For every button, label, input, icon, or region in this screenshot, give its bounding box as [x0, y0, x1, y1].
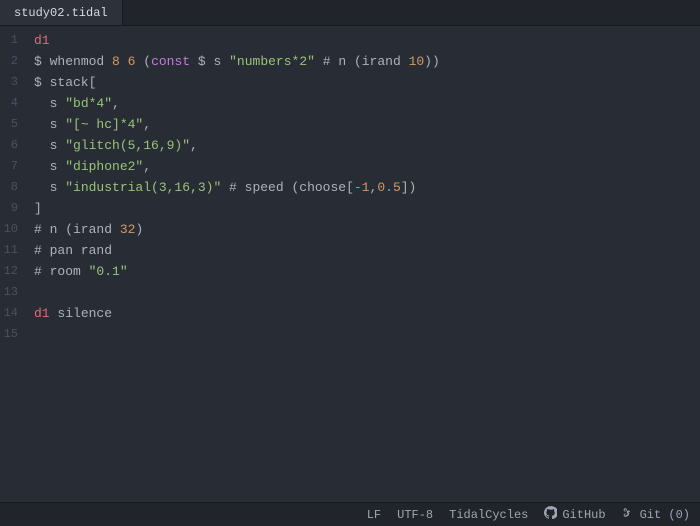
code-line[interactable]: $ whenmod 8 6 (const $ s "numbers*2" # n…: [26, 51, 700, 72]
code-token: "glitch(5,16,9)": [65, 138, 190, 153]
status-encoding-label: UTF-8: [397, 508, 433, 522]
status-eol[interactable]: LF: [367, 508, 381, 522]
code-token: "diphone2": [65, 159, 143, 174]
code-token: # room: [34, 264, 89, 279]
code-line[interactable]: $ stack[: [26, 72, 700, 93]
line-number: 11: [0, 240, 26, 261]
code-token: 10: [409, 54, 425, 69]
code-token: # n (irand: [34, 222, 120, 237]
code-token: 32: [120, 222, 136, 237]
code-token: )): [424, 54, 440, 69]
line-number: 1: [0, 30, 26, 51]
code-line[interactable]: s "glitch(5,16,9)",: [26, 135, 700, 156]
line-number: 9: [0, 198, 26, 219]
code-token: ]: [34, 201, 42, 216]
status-git-label: Git (0): [640, 508, 690, 522]
code-line[interactable]: # room "0.1": [26, 261, 700, 282]
status-git[interactable]: Git (0): [622, 506, 690, 523]
code-token: s: [34, 117, 65, 132]
code-line[interactable]: s "diphone2",: [26, 156, 700, 177]
code-token: d1: [34, 33, 50, 48]
line-number: 8: [0, 177, 26, 198]
code-token: ,: [190, 138, 198, 153]
code-token: s: [34, 180, 65, 195]
code-token: ,: [143, 117, 151, 132]
tab-bar: study02.tidal: [0, 0, 700, 26]
code-token: [120, 54, 128, 69]
tab-title: study02.tidal: [14, 6, 108, 20]
gutter: 123456789101112131415: [0, 26, 26, 502]
line-number: 10: [0, 219, 26, 240]
github-icon: [544, 506, 557, 523]
code-token: "[~ hc]*4": [65, 117, 143, 132]
code-line[interactable]: [26, 324, 700, 345]
line-number: 12: [0, 261, 26, 282]
line-number: 14: [0, 303, 26, 324]
code-line[interactable]: ]: [26, 198, 700, 219]
status-encoding[interactable]: UTF-8: [397, 508, 433, 522]
code-token: 5: [393, 180, 401, 195]
editor-window: study02.tidal 123456789101112131415 d1$ …: [0, 0, 700, 526]
status-language-label: TidalCycles: [449, 508, 528, 522]
code-token: $: [34, 54, 50, 69]
status-language[interactable]: TidalCycles: [449, 508, 528, 522]
code-token: silence: [50, 306, 112, 321]
status-github-label: GitHub: [562, 508, 605, 522]
code-area[interactable]: d1 $ whenmod 8 6 (const $ s "numbers*2" #…: [26, 26, 700, 502]
code-token: (: [135, 54, 151, 69]
code-token: ,: [143, 159, 151, 174]
code-token: $ s: [190, 54, 229, 69]
code-token: "bd*4": [65, 96, 112, 111]
line-number: 4: [0, 93, 26, 114]
code-token: # speed (choose[: [221, 180, 354, 195]
code-line[interactable]: d1 silence: [26, 303, 700, 324]
code-token: # pan rand: [34, 243, 112, 258]
code-token: const: [151, 54, 190, 69]
tab-file[interactable]: study02.tidal: [0, 0, 123, 25]
code-token: 8: [112, 54, 120, 69]
line-number: 15: [0, 324, 26, 345]
code-token: ): [135, 222, 143, 237]
code-token: s: [34, 96, 65, 111]
code-token: whenmod: [50, 54, 112, 69]
line-number: 5: [0, 114, 26, 135]
code-line[interactable]: s "industrial(3,16,3)" # speed (choose[-…: [26, 177, 700, 198]
status-bar: LF UTF-8 TidalCycles GitHub Git (0): [0, 502, 700, 526]
line-number: 13: [0, 282, 26, 303]
code-token: ]): [401, 180, 417, 195]
code-token: "industrial(3,16,3)": [65, 180, 221, 195]
line-number: 7: [0, 156, 26, 177]
code-token: -: [354, 180, 362, 195]
status-github[interactable]: GitHub: [544, 506, 605, 523]
code-token: .: [385, 180, 393, 195]
code-token: "0.1": [89, 264, 128, 279]
code-line[interactable]: # n (irand 32): [26, 219, 700, 240]
code-token: "numbers*2": [229, 54, 315, 69]
code-token: ,: [112, 96, 120, 111]
code-token: 1: [362, 180, 370, 195]
status-eol-label: LF: [367, 508, 381, 522]
code-token: $ stack[: [34, 75, 96, 90]
code-line[interactable]: [26, 282, 700, 303]
code-line[interactable]: s "bd*4",: [26, 93, 700, 114]
line-number: 2: [0, 51, 26, 72]
line-number: 6: [0, 135, 26, 156]
editor-area[interactable]: 123456789101112131415 d1$ whenmod 8 6 (c…: [0, 26, 700, 502]
code-token: s: [34, 159, 65, 174]
code-line[interactable]: d1: [26, 30, 700, 51]
code-token: d1: [34, 306, 50, 321]
git-branch-icon: [622, 506, 635, 523]
code-line[interactable]: # pan rand: [26, 240, 700, 261]
line-number: 3: [0, 72, 26, 93]
code-token: # n (irand: [315, 54, 409, 69]
code-line[interactable]: s "[~ hc]*4",: [26, 114, 700, 135]
code-token: s: [34, 138, 65, 153]
code-token: 0: [377, 180, 385, 195]
